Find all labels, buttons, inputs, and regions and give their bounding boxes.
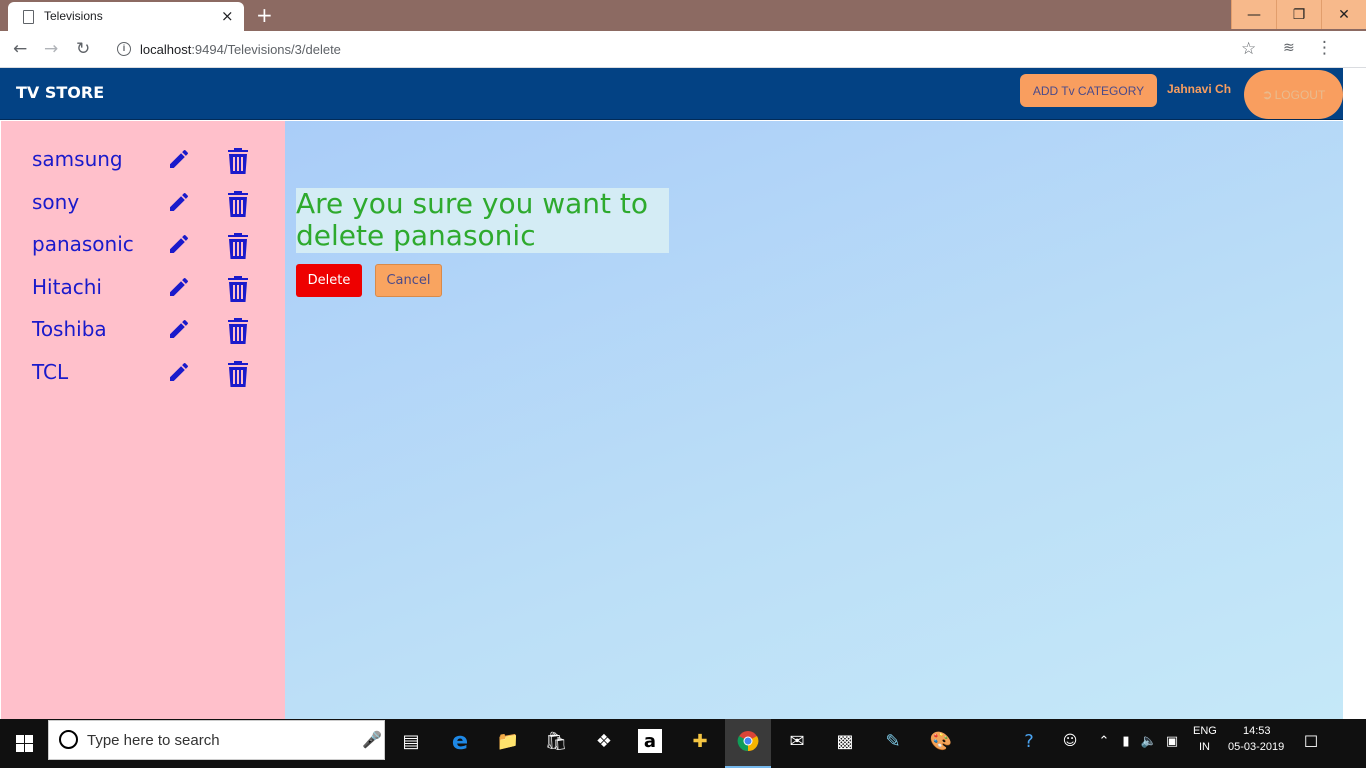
pencil-icon[interactable] (167, 275, 191, 299)
notepad-icon[interactable]: ✎ (879, 727, 907, 755)
close-tab-icon[interactable]: × (221, 6, 234, 26)
category-item: sony (32, 190, 272, 220)
help-icon[interactable]: ? (1015, 727, 1043, 755)
taskbar-search-input[interactable]: Type here to search 🎤 (48, 720, 385, 760)
category-sidebar: samsung sony panasonic Hitachi Toshiba T… (1, 121, 285, 719)
store-icon[interactable]: 🛍 (542, 727, 570, 755)
people-icon[interactable]: ☺ (1056, 727, 1084, 755)
search-placeholder: Type here to search (87, 732, 220, 749)
reload-icon[interactable]: ↻ (76, 39, 90, 59)
pencil-icon[interactable] (167, 190, 191, 214)
site-info-icon[interactable]: i (117, 42, 131, 56)
category-item: Toshiba (32, 317, 272, 347)
category-link[interactable]: samsung (32, 147, 123, 171)
network-icon[interactable]: ▣ (1158, 727, 1186, 755)
category-link[interactable]: sony (32, 190, 79, 214)
delete-button[interactable]: Delete (296, 264, 362, 297)
delete-confirmation: Are you sure you want to delete panasoni… (296, 188, 669, 253)
url-path: :9494/Televisions/3/delete (191, 42, 341, 57)
pencil-icon[interactable] (167, 147, 191, 171)
category-link[interactable]: TCL (32, 360, 68, 384)
category-item: TCL (32, 360, 272, 390)
window-controls: — ❐ ✕ (1231, 0, 1366, 31)
cancel-button[interactable]: Cancel (375, 264, 442, 297)
chrome-icon[interactable] (734, 727, 762, 755)
windows-start-icon[interactable] (0, 719, 48, 768)
windows-taskbar: Type here to search 🎤 ▤ e 📁 🛍 ❖ a ✚ ✉ ▩ … (0, 719, 1366, 768)
back-arrow-icon[interactable]: ← (13, 39, 27, 59)
app-header: TV STORE ADD Tv CATEGORY Jahnavi Ch ➲ LO… (0, 68, 1343, 120)
trash-icon[interactable] (226, 147, 250, 175)
task-view-icon[interactable]: ▤ (397, 727, 425, 755)
main-content: Are you sure you want to delete panasoni… (285, 121, 1343, 719)
bookmark-star-icon[interactable]: ☆ (1241, 39, 1256, 59)
clock-date[interactable]: 05-03-2019 (1228, 741, 1284, 753)
logout-label: LOGOUT (1274, 87, 1326, 102)
language-indicator[interactable]: ENG (1193, 725, 1217, 737)
trash-icon[interactable] (226, 190, 250, 218)
cortana-icon (59, 730, 78, 749)
tab-title: Televisions (44, 9, 103, 23)
extension-icon[interactable]: ≋ (1283, 40, 1295, 56)
log-in-icon: ➲ (1261, 86, 1273, 102)
category-link[interactable]: Hitachi (32, 275, 102, 299)
amazon-icon[interactable]: a (638, 729, 662, 753)
trash-icon[interactable] (226, 232, 250, 260)
url-field[interactable]: localhost:9494/Televisions/3/delete (140, 42, 341, 57)
logout-button[interactable]: ➲ LOGOUT (1244, 70, 1343, 119)
close-window-button[interactable]: ✕ (1321, 0, 1366, 29)
category-item: samsung (32, 147, 272, 177)
trash-icon[interactable] (226, 360, 250, 388)
scrollbar-gutter (1343, 68, 1366, 719)
page-icon (23, 10, 34, 24)
region-indicator[interactable]: IN (1199, 741, 1210, 753)
pencil-icon[interactable] (167, 232, 191, 256)
confirm-message: Are you sure you want to delete panasoni… (296, 187, 649, 252)
browser-tab[interactable]: Televisions × (8, 2, 244, 31)
trash-icon[interactable] (226, 317, 250, 345)
minimize-button[interactable]: — (1231, 0, 1276, 29)
paint-icon[interactable]: 🎨 (927, 727, 955, 755)
address-bar: ← → ↻ i localhost:9494/Televisions/3/del… (0, 31, 1366, 68)
add-category-button[interactable]: ADD Tv CATEGORY (1020, 74, 1157, 107)
pencil-icon[interactable] (167, 360, 191, 384)
brand-title[interactable]: TV STORE (16, 83, 104, 102)
browser-menu-icon[interactable]: ⋮ (1316, 38, 1333, 58)
notification-icon[interactable]: ☐ (1297, 727, 1325, 755)
edge-browser-icon[interactable]: e (446, 727, 474, 755)
browser-tab-strip: Televisions × + — ❐ ✕ (0, 0, 1366, 31)
clock-time[interactable]: 14:53 (1243, 725, 1271, 737)
trash-icon[interactable] (226, 275, 250, 303)
forward-arrow-icon[interactable]: → (44, 39, 58, 59)
category-item: Hitachi (32, 275, 272, 305)
dropbox-icon[interactable]: ❖ (590, 727, 618, 755)
restore-button[interactable]: ❐ (1276, 0, 1321, 29)
pencil-icon[interactable] (167, 317, 191, 341)
file-explorer-icon[interactable]: 📁 (494, 727, 522, 755)
new-tab-button[interactable]: + (256, 3, 273, 27)
url-host: localhost (140, 42, 192, 57)
category-link[interactable]: Toshiba (32, 317, 107, 341)
terminal-icon[interactable]: ▩ (831, 727, 859, 755)
app-plus-icon[interactable]: ✚ (686, 727, 714, 755)
category-link[interactable]: panasonic (32, 232, 134, 256)
user-name: Jahnavi Ch (1167, 82, 1232, 96)
mail-icon[interactable]: ✉ (783, 727, 811, 755)
category-item: panasonic (32, 232, 272, 262)
microphone-icon[interactable]: 🎤 (362, 730, 382, 749)
